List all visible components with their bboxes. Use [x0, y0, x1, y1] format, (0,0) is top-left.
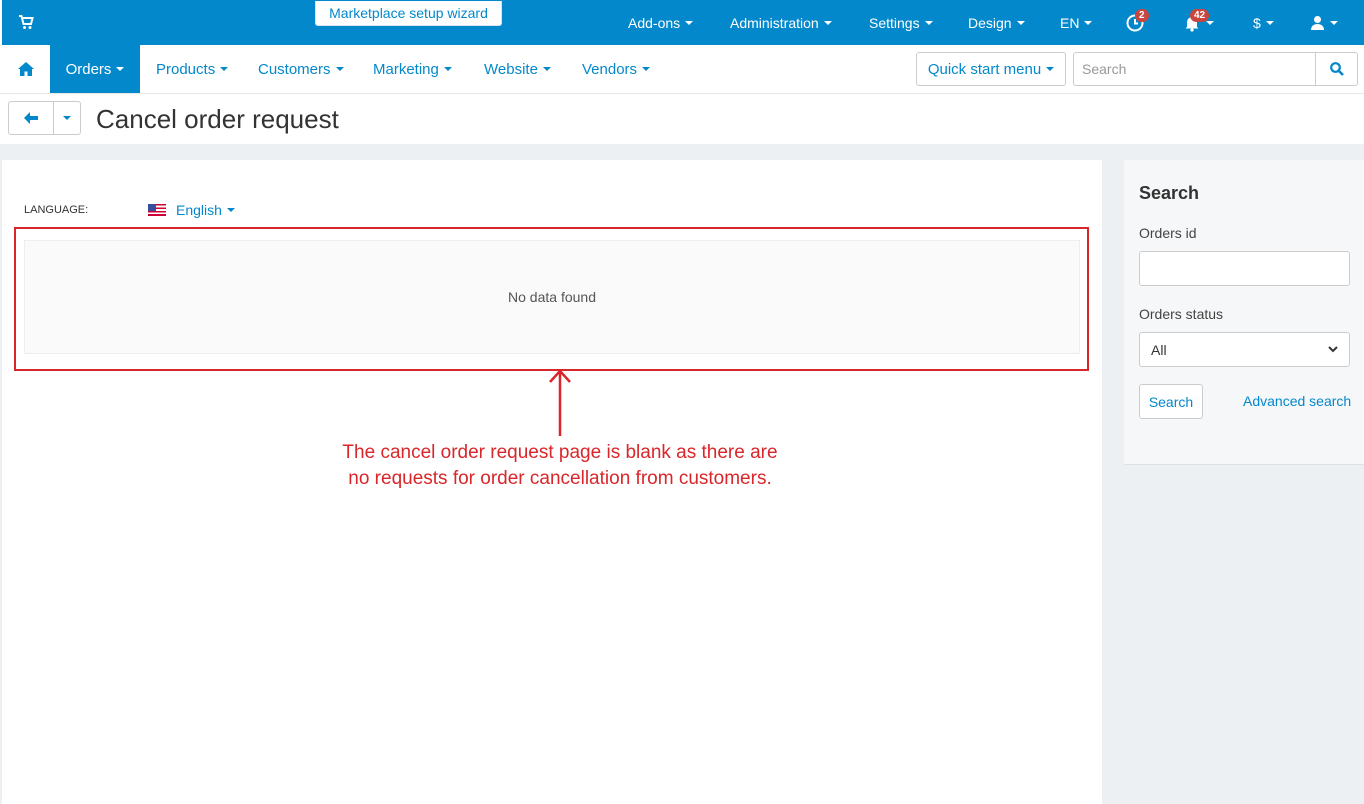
- topnav-administration-label: Administration: [730, 14, 819, 31]
- topnav-currency-label: $: [1253, 14, 1261, 31]
- caret-down-icon: [685, 20, 694, 25]
- nav-marketing[interactable]: Marketing: [373, 45, 452, 93]
- orders-status-value: All: [1151, 341, 1167, 358]
- topnav-administration[interactable]: Administration: [730, 0, 832, 45]
- orders-status-select[interactable]: All: [1139, 332, 1350, 367]
- caret-down-icon: [1206, 20, 1214, 25]
- orders-status-label: Orders status: [1139, 306, 1224, 322]
- nav-website[interactable]: Website: [484, 45, 551, 93]
- back-button[interactable]: [8, 101, 54, 135]
- nav-vendors[interactable]: Vendors: [582, 45, 651, 93]
- topnav-clock[interactable]: [1126, 0, 1144, 45]
- topnav-currency[interactable]: $: [1253, 0, 1274, 45]
- search-sidebar: Search Orders id Orders status All Searc…: [1124, 160, 1364, 465]
- caret-down-icon: [443, 67, 452, 71]
- caret-down-icon: [542, 67, 551, 71]
- topnav-design[interactable]: Design: [968, 0, 1025, 45]
- topnav-notifications[interactable]: [1183, 0, 1214, 45]
- home-icon: [18, 62, 34, 76]
- nav-customers-label: Customers: [258, 60, 331, 78]
- marketplace-setup-wizard-button[interactable]: Marketplace setup wizard: [315, 1, 502, 26]
- cart-icon[interactable]: [18, 14, 34, 30]
- advanced-search-link[interactable]: Advanced search: [1243, 393, 1351, 409]
- topnav-addons[interactable]: Add-ons: [628, 0, 694, 45]
- caret-down-icon: [1046, 67, 1055, 71]
- page-title: Cancel order request: [96, 104, 339, 134]
- history-dropdown-button[interactable]: [53, 101, 81, 135]
- orders-id-input[interactable]: [1139, 251, 1350, 286]
- caret-down-icon: [116, 67, 125, 71]
- caret-down-icon: [1016, 20, 1025, 25]
- topnav-user[interactable]: [1310, 0, 1338, 45]
- empty-state: No data found: [24, 240, 1080, 354]
- caret-down-icon: [823, 20, 832, 25]
- caret-down-icon: [220, 67, 229, 71]
- global-search-input[interactable]: [1073, 52, 1316, 86]
- chevron-down-icon: [1328, 346, 1338, 353]
- home-button[interactable]: [2, 45, 50, 93]
- caret-down-icon: [1265, 20, 1274, 25]
- topnav-language[interactable]: EN: [1060, 0, 1093, 45]
- caret-down-icon: [226, 208, 235, 212]
- caret-down-icon: [924, 20, 933, 25]
- topnav-design-label: Design: [968, 14, 1012, 31]
- caret-down-icon: [1084, 20, 1093, 25]
- user-icon: [1311, 16, 1324, 30]
- topnav-addons-label: Add-ons: [628, 14, 681, 31]
- topnav-language-label: EN: [1060, 14, 1080, 31]
- notifications-badge: 42: [1190, 9, 1210, 22]
- quick-start-menu-button[interactable]: Quick start menu: [916, 52, 1066, 86]
- nav-marketing-label: Marketing: [373, 60, 439, 78]
- search-icon: [1329, 62, 1344, 76]
- quick-start-label: Quick start menu: [927, 60, 1042, 78]
- global-search-button[interactable]: [1315, 52, 1358, 86]
- nav-orders-label: Orders: [65, 60, 112, 78]
- nav-vendors-label: Vendors: [582, 60, 638, 78]
- sidebar-title: Search: [1139, 183, 1200, 203]
- orders-id-label: Orders id: [1139, 225, 1197, 241]
- language-value: English: [176, 202, 222, 218]
- language-select[interactable]: English: [148, 202, 235, 218]
- title-bar: Cancel order request: [0, 95, 1364, 144]
- nav-orders[interactable]: Orders: [50, 45, 140, 93]
- us-flag-icon: [148, 204, 166, 216]
- sidebar-search-button[interactable]: Search: [1139, 384, 1203, 419]
- caret-down-icon: [63, 116, 71, 120]
- topnav-settings-label: Settings: [869, 14, 920, 31]
- annotation-arrow-icon: [549, 369, 571, 436]
- nav-customers[interactable]: Customers: [258, 45, 344, 93]
- annotation-text: The cancel order request page is blank a…: [342, 442, 778, 489]
- main-nav: Orders Products Customers Marketing Webs…: [0, 45, 1364, 94]
- nav-products[interactable]: Products: [156, 45, 229, 93]
- topnav-settings[interactable]: Settings: [869, 0, 933, 45]
- nav-website-label: Website: [484, 60, 538, 78]
- caret-down-icon: [642, 67, 651, 71]
- language-label: LANGUAGE:: [24, 204, 89, 216]
- arrow-left-icon: [24, 112, 38, 124]
- caret-down-icon: [335, 67, 344, 71]
- nav-products-label: Products: [156, 60, 216, 78]
- caret-down-icon: [1330, 20, 1338, 25]
- no-data-text: No data found: [508, 289, 596, 305]
- clock-badge: 2: [1135, 9, 1149, 22]
- top-bar: Marketplace setup wizard Add-ons Adminis…: [2, 0, 1364, 45]
